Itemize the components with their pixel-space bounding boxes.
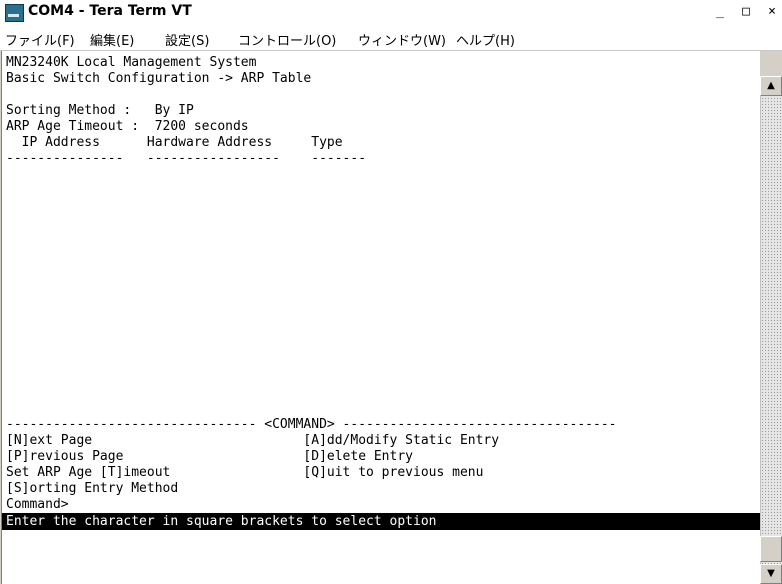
vertical-scrollbar[interactable]	[760, 76, 782, 584]
close-button[interactable]: ×	[764, 5, 780, 20]
menu-edit[interactable]: 編集(E)	[90, 30, 134, 49]
menu-window[interactable]: ウィンドウ(W)	[358, 30, 446, 49]
terminal-line-command-separator: -------------------------------- <COMMAN…	[6, 417, 617, 432]
terminal-line-table-separator: --------------- ----------------- ------…	[6, 151, 367, 166]
terminal-command-prompt[interactable]: Command>	[6, 497, 69, 513]
terminal-status-line: Enter the character in square brackets t…	[2, 513, 760, 530]
terminal-line-system-name: MN23240K Local Management System	[6, 55, 257, 70]
terminal-line-breadcrumb: Basic Switch Configuration -> ARP Table	[6, 71, 312, 86]
minimize-button[interactable]: _	[712, 5, 728, 20]
terminal-line-option-previous-delete: [P]revious Page [D]elete Entry	[6, 449, 413, 464]
scrollbar-thumb[interactable]	[760, 536, 782, 562]
terminal-line-sorting-method: Sorting Method : By IP	[6, 103, 194, 118]
terminal-line-option-sorting: [S]orting Entry Method	[6, 481, 179, 496]
title-bar[interactable]: COM4 - Tera Term VT _ □ ×	[0, 0, 782, 27]
menu-bar: ファイル(F) 編集(E) 設定(S) コントロール(O) ウィンドウ(W) ヘ…	[0, 26, 782, 51]
menu-control[interactable]: コントロール(O)	[238, 30, 336, 49]
menu-file[interactable]: ファイル(F)	[5, 30, 75, 49]
terminal-line-arp-age-timeout: ARP Age Timeout : 7200 seconds	[6, 119, 249, 134]
scroll-down-arrow-icon[interactable]: ▼	[760, 564, 782, 584]
menu-help[interactable]: ヘルプ(H)	[456, 30, 515, 49]
tera-term-window: COM4 - Tera Term VT _ □ × ファイル(F) 編集(E) …	[0, 0, 782, 584]
terminal-screen[interactable]: MN23240K Local Management System Basic S…	[1, 51, 760, 584]
tera-term-app-icon[interactable]	[5, 4, 24, 22]
window-title: COM4 - Tera Term VT	[28, 3, 192, 19]
menu-settings[interactable]: 設定(S)	[165, 30, 209, 49]
scroll-up-arrow-icon[interactable]: ▲	[760, 76, 782, 96]
terminal-line-option-next-add: [N]ext Page [A]dd/Modify Static Entry	[6, 433, 500, 448]
terminal-line-option-timeout-quit: Set ARP Age [T]imeout [Q]uit to previous…	[6, 465, 484, 480]
terminal-line-table-header: IP Address Hardware Address Type	[6, 135, 343, 150]
maximize-button[interactable]: □	[738, 5, 754, 20]
